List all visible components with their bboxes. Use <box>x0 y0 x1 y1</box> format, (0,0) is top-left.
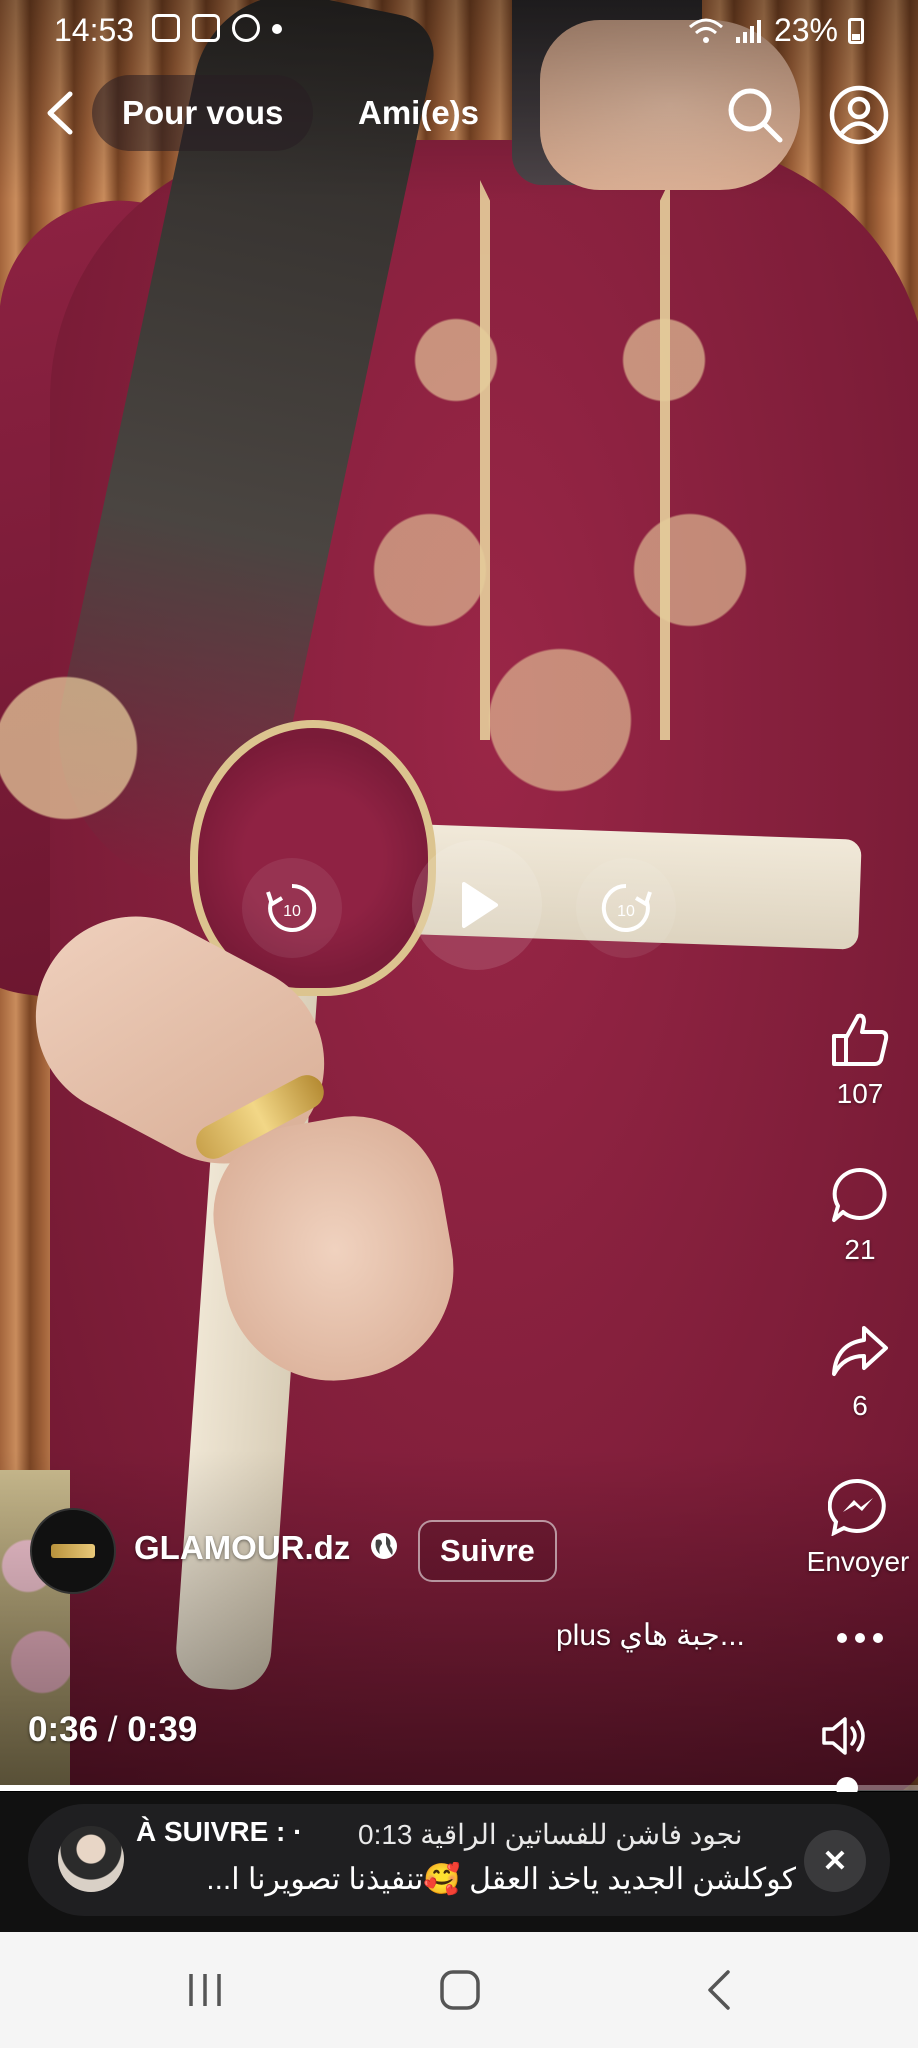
status-time: 14:53 <box>54 12 135 48</box>
more-dots-icon <box>837 1633 883 1643</box>
rewind-10-button[interactable]: 10 <box>242 858 342 958</box>
search-icon[interactable] <box>724 84 786 146</box>
signal-icon <box>735 19 761 43</box>
progress-track[interactable] <box>0 1785 918 1791</box>
share-icon <box>832 1326 888 1376</box>
recent-apps-icon[interactable] <box>175 1962 235 2018</box>
wifi-icon <box>688 18 723 43</box>
like-button[interactable]: 107 <box>800 1010 918 1110</box>
post-caption[interactable]: plus جبة هاي... <box>556 1618 745 1653</box>
total-duration: 0:39 <box>127 1710 198 1749</box>
caption-text: جبة هاي... <box>619 1619 745 1652</box>
follow-button[interactable]: Suivre <box>418 1520 557 1582</box>
notification-icons <box>152 14 282 42</box>
battery-icon <box>848 17 864 44</box>
tab-pour-vous-label: Pour vous <box>122 94 284 131</box>
battery-percent: 23% <box>773 12 838 48</box>
comment-icon <box>832 1167 887 1222</box>
comment-count: 21 <box>844 1234 876 1265</box>
more-options-button[interactable] <box>800 1628 918 1648</box>
more-notifications-icon <box>272 24 282 34</box>
volume-icon[interactable] <box>820 1714 870 1758</box>
tab-pour-vous[interactable]: Pour vous <box>92 75 314 151</box>
close-next-up-button[interactable]: ✕ <box>804 1830 866 1892</box>
status-right: 23% <box>688 12 864 49</box>
messenger-send-icon <box>828 1478 886 1536</box>
status-bar: 14:53 23% <box>0 0 918 60</box>
comment-button[interactable]: 21 <box>800 1166 918 1266</box>
send-label: Envoyer <box>806 1546 910 1577</box>
next-up-label: À SUIVRE : · <box>136 1816 303 1847</box>
profile-icon[interactable] <box>828 84 890 146</box>
play-icon <box>462 882 498 928</box>
see-more-link[interactable]: plus <box>556 1619 611 1652</box>
glamour-logo-icon <box>51 1544 95 1558</box>
share-count: 6 <box>852 1390 868 1421</box>
like-count: 107 <box>836 1078 884 1109</box>
rewind-seconds: 10 <box>283 903 301 920</box>
share-button[interactable]: 6 <box>800 1322 918 1422</box>
tab-amis[interactable]: Ami(e)s <box>358 94 479 132</box>
next-up-description: كوكلشن الجديد ياخذ العقل 🥰تنفيذنا تصويرن… <box>206 1863 796 1896</box>
elapsed-time: 0:36 <box>28 1710 99 1749</box>
instagram-icon <box>192 14 220 42</box>
play-button[interactable] <box>412 840 542 970</box>
progress-fill <box>0 1785 848 1791</box>
system-back-icon[interactable] <box>690 1962 750 2018</box>
forward-seconds: 10 <box>617 903 635 920</box>
thumbs-up-icon <box>832 1013 889 1066</box>
author-name[interactable]: GLAMOUR.dz <box>134 1529 350 1567</box>
next-up-thumbnail <box>58 1826 124 1892</box>
tab-amis-label: Ami(e)s <box>358 94 480 131</box>
gallery-icon <box>152 14 180 42</box>
forward-icon: 10 <box>601 883 652 932</box>
home-icon[interactable] <box>430 1962 490 2018</box>
forward-10-button[interactable]: 10 <box>576 858 676 958</box>
system-nav-bar <box>0 1932 918 2048</box>
globe-icon <box>371 1533 397 1559</box>
next-up-card[interactable]: À SUIVRE : · 0:13 نجود فاشن للفساتين الر… <box>28 1804 890 1916</box>
video-timecode: 0:36 / 0:39 <box>28 1710 197 1750</box>
follow-label: Suivre <box>440 1533 535 1568</box>
next-up-title: 0:13 نجود فاشن للفساتين الراقية <box>358 1819 743 1850</box>
time-separator: / <box>107 1710 118 1749</box>
rewind-icon: 10 <box>266 883 317 932</box>
author-avatar[interactable] <box>30 1508 116 1594</box>
send-button[interactable]: Envoyer <box>790 1478 918 1578</box>
messenger-icon <box>232 14 260 42</box>
close-icon: ✕ <box>822 1844 848 1878</box>
video-frame-sleeve-embroidery <box>0 620 180 940</box>
back-arrow-icon[interactable] <box>40 88 84 138</box>
